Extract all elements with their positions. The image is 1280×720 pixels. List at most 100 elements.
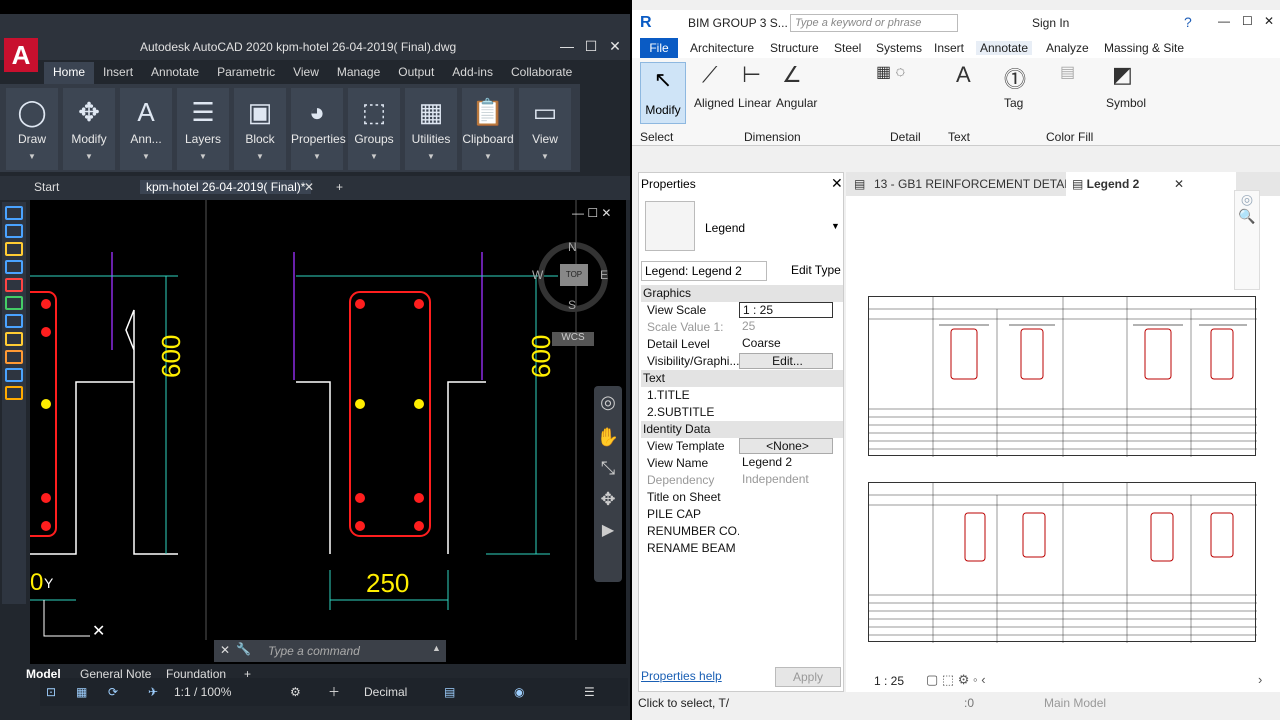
chevron-down-icon[interactable]: ▼: [6, 152, 58, 161]
panel-modify[interactable]: ✥ Modify ▼: [63, 88, 115, 170]
tab-view[interactable]: View: [284, 62, 328, 84]
palette-tool-icon[interactable]: [5, 260, 23, 274]
panel-utilities[interactable]: ▦ Utilities ▼: [405, 88, 457, 170]
instance-selector[interactable]: Legend: Legend 2: [641, 261, 767, 281]
panel-clipboard[interactable]: 📋 Clipboard ▼: [462, 88, 514, 170]
scroll-right-icon[interactable]: ›: [1258, 672, 1262, 687]
row-visibility[interactable]: Visibility/Graphi... Edit...: [641, 353, 843, 370]
dimension-panel[interactable]: Dimension: [744, 130, 801, 144]
units-select[interactable]: Decimal: [364, 682, 407, 702]
row-title-on-sheet[interactable]: Title on Sheet: [641, 489, 843, 506]
zoom-icon[interactable]: ⤡: [594, 458, 622, 479]
grid-icon[interactable]: ▦: [76, 682, 87, 702]
viewcube-top[interactable]: TOP: [560, 264, 588, 286]
panel-block[interactable]: ▣ Block ▼: [234, 88, 286, 170]
row-rename-beam[interactable]: RENAME BEAM: [641, 540, 843, 557]
maximize-icon[interactable]: ☐: [580, 38, 602, 55]
orbit-icon[interactable]: ✥: [594, 489, 622, 510]
modify-button[interactable]: ↖ Modify: [640, 62, 686, 124]
chevron-down-icon[interactable]: ▼: [462, 152, 514, 161]
tab-reinforcement-detail[interactable]: 13 - GB1 REINFORCEMENT DETAIL: [874, 172, 1074, 196]
palette-tool-icon[interactable]: [5, 314, 23, 328]
command-custom-icon[interactable]: 🔧: [236, 642, 251, 656]
row-view-name[interactable]: View Name Legend 2: [641, 455, 843, 472]
gear-icon[interactable]: ⚙: [290, 682, 301, 702]
aligned-dim-icon[interactable]: ⟋: [702, 62, 717, 88]
maximize-icon[interactable]: ☐: [1242, 14, 1253, 28]
properties-help-link[interactable]: Properties help: [641, 669, 722, 683]
section-graphics[interactable]: Graphics: [641, 285, 843, 302]
chevron-down-icon[interactable]: ▼: [177, 152, 229, 161]
steering-wheel-icon[interactable]: ◎: [594, 392, 622, 413]
tab-architecture[interactable]: Architecture: [690, 41, 754, 55]
sign-in-link[interactable]: Sign In: [1032, 16, 1069, 30]
close-icon[interactable]: ✕: [604, 38, 626, 55]
model-space-icon[interactable]: ⊡: [46, 682, 56, 702]
panel-view[interactable]: ▭ View ▼: [519, 88, 571, 170]
tab-systems[interactable]: Systems: [876, 41, 922, 55]
tab-structure[interactable]: Structure: [770, 41, 819, 55]
ucs-menu[interactable]: WCS: [552, 332, 594, 346]
command-input[interactable]: Type a command: [268, 644, 360, 658]
tab-insert[interactable]: Insert: [934, 41, 964, 55]
row-detail-level[interactable]: Detail Level Coarse: [641, 336, 843, 353]
navigation-wheel[interactable]: ◎ 🔍: [1234, 190, 1260, 290]
close-tab-icon[interactable]: ✕: [1174, 172, 1184, 196]
chevron-down-icon[interactable]: ▼: [291, 152, 343, 161]
section-identity[interactable]: Identity Data: [641, 421, 843, 438]
chevron-down-icon[interactable]: ▼: [234, 152, 286, 161]
edit-type-button[interactable]: Edit Type: [791, 263, 841, 277]
view-control-icons[interactable]: ▢ ⬚ ⚙ ◦ ‹: [926, 672, 986, 688]
close-icon[interactable]: ✕: [1264, 14, 1274, 28]
tab-steel[interactable]: Steel: [834, 41, 861, 55]
color-fill-icon[interactable]: ▤: [1060, 62, 1075, 82]
isolate-icon[interactable]: ◉: [514, 682, 524, 702]
apply-button[interactable]: Apply: [775, 667, 841, 687]
view-scale-control[interactable]: 1 : 25: [874, 674, 904, 688]
search-input[interactable]: Type a keyword or phrase: [790, 14, 958, 32]
chevron-down-icon[interactable]: ▼: [348, 152, 400, 161]
linear-dim-icon[interactable]: ⊢: [742, 62, 761, 88]
start-tab[interactable]: Start: [34, 180, 59, 194]
drawing-tab[interactable]: kpm-hotel 26-04-2019( Final)*: [140, 180, 312, 194]
quick-props-icon[interactable]: ▤: [444, 682, 455, 702]
command-line[interactable]: ✕ 🔧 Type a command ▲: [214, 640, 446, 662]
color-fill-panel[interactable]: Color Fill: [1046, 130, 1093, 144]
tab-annotate[interactable]: Annotate: [142, 62, 208, 84]
close-tab-icon[interactable]: ✕: [304, 180, 314, 194]
angular-dim-icon[interactable]: ∠: [782, 62, 802, 88]
panel-draw[interactable]: ◯ Draw ▼: [6, 88, 58, 170]
chevron-down-icon[interactable]: ▼: [519, 152, 571, 161]
tab-annotate[interactable]: Annotate: [976, 41, 1033, 55]
model-dropdown[interactable]: Main Model: [1044, 696, 1106, 710]
viewport-controls[interactable]: — ☐ ✕: [572, 206, 611, 220]
text-panel[interactable]: Text: [948, 130, 970, 144]
command-close-icon[interactable]: ✕: [220, 643, 230, 657]
snap-icon[interactable]: ⟳: [108, 682, 118, 702]
row-renumber[interactable]: RENUMBER CO...: [641, 523, 843, 540]
row-view-template[interactable]: View Template <None>: [641, 438, 843, 455]
autocad-logo[interactable]: A: [4, 38, 38, 72]
pan-icon[interactable]: ✋: [594, 427, 622, 448]
tab-legend-2[interactable]: ▤ Legend 2: [1066, 172, 1236, 196]
palette-tool-icon[interactable]: [5, 242, 23, 256]
row-view-scale[interactable]: View Scale 1 : 25: [641, 302, 843, 319]
palette-tool-icon[interactable]: [5, 278, 23, 292]
chevron-down-icon[interactable]: ▼: [120, 152, 172, 161]
tab-massing[interactable]: Massing & Site: [1104, 41, 1184, 55]
tab-collaborate[interactable]: Collaborate: [502, 62, 581, 84]
chevron-down-icon[interactable]: ▼: [405, 152, 457, 161]
customize-menu-icon[interactable]: ☰: [584, 682, 595, 702]
tag-icon[interactable]: ⓵: [1004, 62, 1026, 94]
panel-groups[interactable]: ⬚ Groups ▼: [348, 88, 400, 170]
close-icon[interactable]: ✕: [831, 175, 843, 192]
detail-line-icon[interactable]: ▦ ◌: [876, 62, 905, 82]
section-text[interactable]: Text: [641, 370, 843, 387]
type-dropdown-icon[interactable]: ▼: [831, 221, 840, 231]
tab-addins[interactable]: Add-ins: [443, 62, 502, 84]
palette-tool-icon[interactable]: [5, 368, 23, 382]
row-pile-cap[interactable]: PILE CAP: [641, 506, 843, 523]
panel-layers[interactable]: ☰ Layers ▼: [177, 88, 229, 170]
select-dropdown[interactable]: Select: [640, 130, 673, 144]
drawing-canvas[interactable]: 600 0 Y ✕ 600 250 TOP N S E W WCS ◎ ✋ ⤡ …: [30, 200, 626, 670]
